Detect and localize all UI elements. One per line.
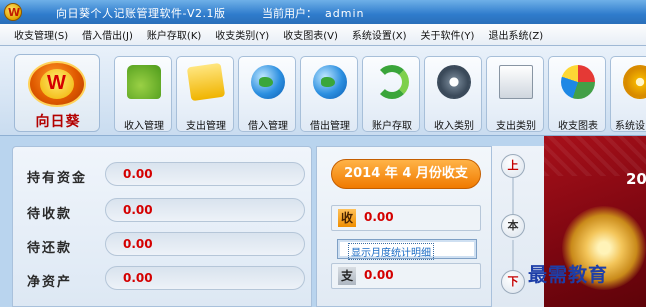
current-user-name: admin — [325, 7, 365, 20]
month-number: 4 — [402, 166, 412, 181]
toolbar-label: 收支图表 — [558, 121, 598, 132]
toolbar-label: 账户存取 — [372, 121, 412, 132]
nav-connector — [512, 176, 514, 214]
toolbar-label: 收入类别 — [434, 121, 474, 132]
income-management-button[interactable]: 收入管理 — [114, 56, 172, 132]
next-month-button[interactable]: 下 — [501, 270, 525, 294]
summary-value: 0.00 — [123, 237, 153, 251]
menu-settings[interactable]: 系统设置(X) — [352, 27, 407, 42]
account-access-button[interactable]: 账户存取 — [362, 56, 420, 132]
menu-account[interactable]: 账户存取(K) — [147, 27, 201, 42]
expense-management-button[interactable]: 支出管理 — [176, 56, 234, 132]
summary-label: 待还款 — [27, 241, 73, 256]
pie-chart-icon — [561, 65, 595, 99]
menu-borrow-lend[interactable]: 借入借出(J) — [82, 27, 133, 42]
gear-monitor-icon — [437, 65, 471, 99]
menu-categories[interactable]: 收支类别(Y) — [215, 27, 269, 42]
menu-exit[interactable]: 退出系统(Z) — [488, 27, 543, 42]
month-year-suffix: 年 — [384, 166, 398, 181]
gift-box-icon — [186, 62, 226, 102]
logo-coin-icon: W — [28, 61, 86, 107]
toolbar-label: 收入管理 — [124, 121, 164, 132]
title-bar: 向日葵个人记账管理软件-V2.1版 当前用户： admin — [0, 0, 646, 24]
expense-tag-icon: 支 — [338, 267, 356, 285]
sunflower-logo: W 向日葵 — [14, 54, 100, 132]
current-user: 当前用户： admin — [262, 5, 364, 21]
monthly-income-slot: 收 0.00 — [331, 205, 481, 231]
globe-icon — [251, 65, 285, 99]
charts-button[interactable]: 收支图表 — [548, 56, 606, 132]
menu-about[interactable]: 关于软件(Y) — [421, 27, 475, 42]
summary-label: 持有资金 — [27, 171, 88, 186]
toolbar-label: 借入管理 — [248, 121, 288, 132]
monthly-panel: 2014 年 4 月份收支 收 0.00 显示月度统计明细 支 0.00 — [316, 146, 492, 307]
current-month-button[interactable]: 本 — [501, 214, 525, 238]
month-suffix: 月份收支 — [415, 166, 468, 181]
summary-value: 0.00 — [123, 203, 153, 217]
refresh-arrows-icon — [375, 65, 409, 99]
show-monthly-detail-label: 显示月度统计明细 — [348, 243, 434, 260]
app-icon — [4, 3, 22, 21]
expense-category-button[interactable]: 支出类别 — [486, 56, 544, 132]
show-monthly-detail-button[interactable]: 显示月度统计明细 — [337, 239, 477, 260]
watermark: 最需教育 — [528, 264, 609, 286]
current-user-label: 当前用户： — [262, 7, 317, 20]
menu-income-expense[interactable]: 收支管理(S) — [14, 27, 68, 42]
summary-value: 0.00 — [123, 167, 153, 181]
summary-label: 待收款 — [27, 207, 73, 222]
money-stack-icon — [127, 65, 161, 99]
logo-brand-text: 向日葵 — [35, 114, 81, 130]
banner-year: 20 — [626, 170, 646, 188]
menu-charts[interactable]: 收支图表(V) — [283, 27, 338, 42]
income-category-button[interactable]: 收入类别 — [424, 56, 482, 132]
monthly-expense-value: 0.00 — [364, 268, 394, 282]
income-tag-icon: 收 — [338, 209, 356, 227]
toolbar: W 向日葵 收入管理 支出管理 借入管理 借出管理 账户存取 收入类别 支出类别… — [0, 46, 646, 136]
lend-out-button[interactable]: 借出管理 — [300, 56, 358, 132]
toolbar-label: 支出类别 — [496, 121, 536, 132]
nav-connector — [512, 240, 514, 270]
globe-arrow-icon — [313, 65, 347, 99]
month-selector-button[interactable]: 2014 年 4 月份收支 — [331, 159, 481, 189]
logo-badge: W — [47, 72, 66, 94]
month-year: 2014 — [344, 166, 381, 181]
monthly-expense-slot: 支 0.00 — [331, 263, 481, 289]
monthly-income-value: 0.00 — [364, 210, 394, 224]
summary-label: 净资产 — [27, 275, 73, 290]
toolbar-label: 支出管理 — [186, 121, 226, 132]
borrow-in-button[interactable]: 借入管理 — [238, 56, 296, 132]
previous-month-button[interactable]: 上 — [501, 154, 525, 178]
toolbar-label: 借出管理 — [310, 121, 350, 132]
system-settings-button[interactable]: 系统设 — [610, 56, 646, 132]
cog-icon — [623, 65, 646, 99]
summary-value: 0.00 — [123, 271, 153, 285]
toolbar-label: 系统设 — [615, 121, 645, 132]
menu-bar: 收支管理(S) 借入借出(J) 账户存取(K) 收支类别(Y) 收支图表(V) … — [0, 24, 646, 46]
summary-panel: 持有资金 0.00 待收款 0.00 待还款 0.00 净资产 0.00 — [12, 146, 312, 307]
window-title: 向日葵个人记账管理软件-V2.1版 — [56, 7, 226, 20]
documents-gear-icon — [499, 65, 533, 99]
